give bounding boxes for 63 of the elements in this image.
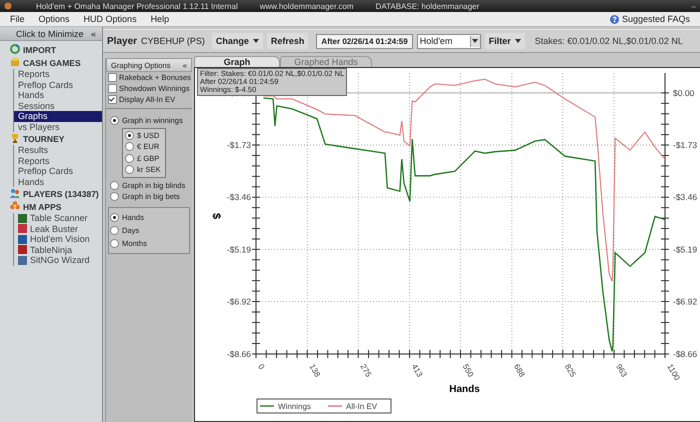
minimize-panel-text[interactable]: Click to Minimize bbox=[16, 28, 84, 38]
tick-label: -$6.92 bbox=[673, 296, 698, 307]
collapse-button[interactable]: « bbox=[90, 28, 96, 38]
tick-label: 0 bbox=[256, 362, 266, 371]
tick-label: 688 bbox=[512, 362, 527, 379]
game-dropdown[interactable]: Hold'em bbox=[416, 34, 481, 48]
tick-label: 825 bbox=[563, 362, 578, 379]
refresh-button[interactable]: Refresh bbox=[266, 33, 308, 49]
tick-label: 275 bbox=[358, 362, 373, 379]
tree-item[interactable]: Reports bbox=[14, 156, 102, 166]
player-name: CYBEHUP (PS) bbox=[141, 36, 205, 46]
tree-item[interactable]: PLAYERS (134387) bbox=[23, 188, 99, 198]
change-button[interactable]: Change bbox=[212, 33, 263, 49]
tree-item[interactable]: vs Players bbox=[14, 122, 102, 132]
database-text: DATABASE: holdemmanager bbox=[376, 2, 480, 10]
tick-label: -$3.46 bbox=[673, 192, 698, 202]
tick-label: -$6.92 bbox=[226, 296, 251, 307]
tick-label: -$8.66 bbox=[673, 349, 698, 359]
axis-title: $ bbox=[210, 212, 222, 220]
menu-item[interactable]: File bbox=[10, 14, 25, 24]
tree-item[interactable]: Preflop Cards bbox=[14, 80, 102, 90]
filter-button[interactable]: Filter bbox=[484, 33, 525, 49]
date-button[interactable]: After 02/26/14 01:24:59 bbox=[316, 34, 413, 48]
tick-label: -$5.19 bbox=[226, 244, 251, 254]
help-link[interactable]: Suggested FAQs bbox=[622, 14, 690, 24]
tree-item[interactable]: TOURNEY bbox=[23, 134, 64, 144]
tree-item[interactable]: Preflop Cards bbox=[14, 166, 102, 176]
tick-label: -$5.19 bbox=[673, 244, 698, 254]
tab[interactable]: Graph bbox=[194, 56, 280, 67]
tree-item[interactable]: Results bbox=[14, 145, 102, 156]
tree-item[interactable]: SitNGo Wizard bbox=[14, 255, 102, 266]
tree-item[interactable]: Hands bbox=[14, 176, 102, 187]
minimize-button[interactable]: – bbox=[692, 2, 696, 10]
tick-label: -$1.73 bbox=[673, 140, 698, 150]
tree-item[interactable]: TableNinja bbox=[14, 244, 102, 255]
website-text: www.holdemmanager.com bbox=[260, 2, 354, 10]
stakes-text: Stakes: €0.01/0.02 NL,$0.01/0.02 NL bbox=[534, 36, 683, 46]
tree-item[interactable]: HM APPS bbox=[23, 202, 62, 212]
tick-label: -$3.46 bbox=[226, 192, 251, 202]
menu-item[interactable]: HUD Options bbox=[84, 14, 137, 24]
tree-item[interactable]: Reports bbox=[14, 69, 102, 80]
tree-item[interactable]: Table Scanner bbox=[14, 213, 102, 224]
tree-item[interactable]: IMPORT bbox=[23, 44, 56, 54]
menu-item[interactable]: Options bbox=[38, 14, 70, 24]
tick-label: 963 bbox=[614, 362, 629, 379]
tick-label: -$8.66 bbox=[226, 349, 251, 359]
tick-label: 413 bbox=[410, 362, 424, 379]
player-label: Player bbox=[107, 36, 138, 46]
window-title: Hold'em + Omaha Manager Professional 1.12.11 Internal bbox=[36, 2, 238, 10]
legend-label: Winnings bbox=[278, 402, 311, 411]
menu-item[interactable]: Help bbox=[150, 14, 170, 24]
tree-item[interactable]: Hands bbox=[14, 90, 102, 100]
tree-item[interactable]: Hold'em Vision bbox=[14, 234, 102, 244]
tree-item[interactable]: Graphs bbox=[14, 111, 102, 122]
tick-label: -$1.73 bbox=[226, 140, 251, 150]
tree-item[interactable]: CASH GAMES bbox=[23, 58, 81, 68]
tick-label: 550 bbox=[460, 362, 476, 379]
tree-item[interactable]: Leak Buster bbox=[14, 224, 102, 234]
tree-item[interactable]: Sessions bbox=[14, 100, 102, 111]
axis-title: Hands bbox=[449, 384, 480, 395]
tick-label: 138 bbox=[308, 362, 322, 379]
tick-label: $0.00 bbox=[673, 88, 694, 98]
legend-label: All-In EV bbox=[346, 402, 378, 411]
